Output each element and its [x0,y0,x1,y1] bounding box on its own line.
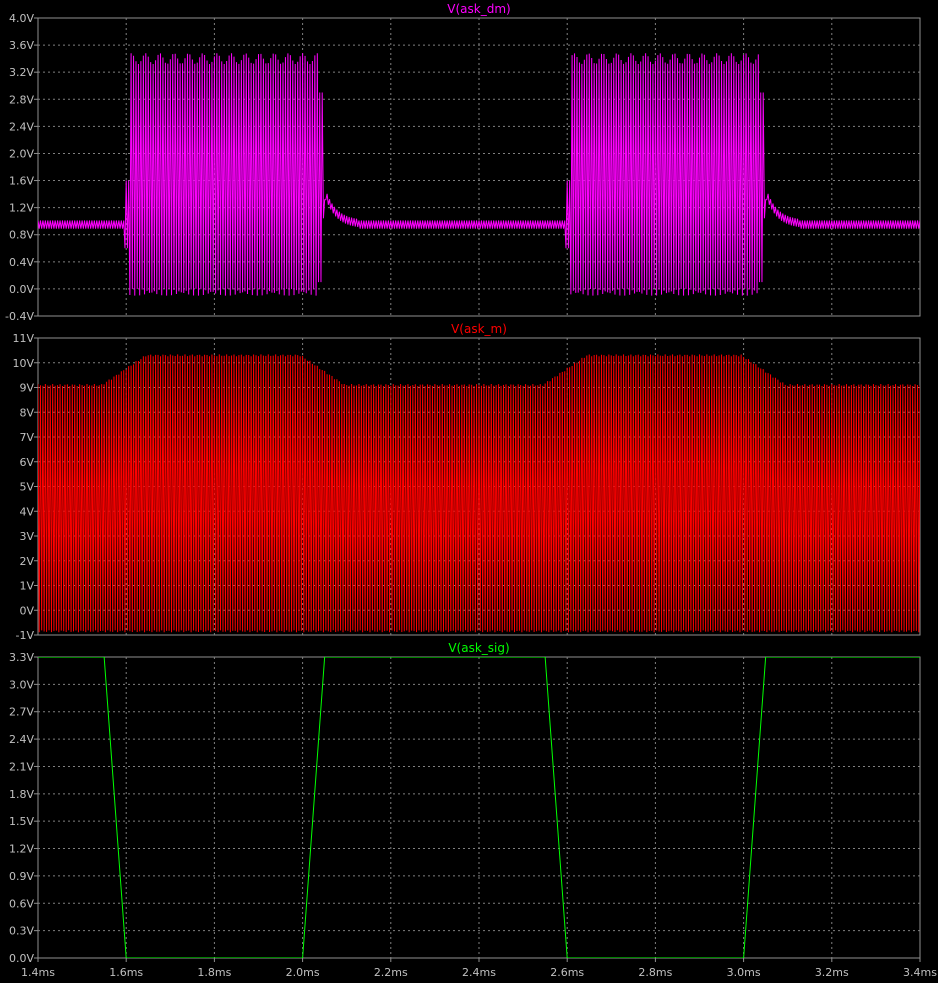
y-tick-label: 10V [12,357,34,370]
y-tick-label: -0.4V [5,310,34,323]
pane-title: V(ask_dm) [447,2,510,16]
y-tick-label: 2.0V [9,147,34,160]
y-tick-label: 5V [19,481,34,494]
y-tick-label: 2.7V [9,706,34,719]
x-tick-label: 1.8ms [197,966,231,979]
y-tick-label: -1V [16,629,35,642]
y-tick-label: 1.8V [9,788,34,801]
y-tick-label: 3.3V [9,651,34,664]
y-tick-label: 0V [19,604,34,617]
x-tick-label: 1.4ms [21,966,55,979]
y-tick-label: 2.4V [9,120,34,133]
y-tick-label: 0.9V [9,870,34,883]
y-tick-label: 2V [19,555,34,568]
x-tick-label: 2.4ms [462,966,496,979]
y-tick-label: 2.4V [9,733,34,746]
pane-title: V(ask_m) [451,322,507,336]
y-tick-label: 0.8V [9,229,34,242]
y-tick-label: 3.0V [9,678,34,691]
y-tick-label: 8V [19,406,34,419]
y-tick-label: 3.2V [9,66,34,79]
y-tick-label: 3.6V [9,39,34,52]
y-tick-label: 1.2V [9,843,34,856]
x-tick-label: 3.0ms [727,966,761,979]
x-tick-label: 1.6ms [109,966,143,979]
y-tick-label: 1V [19,580,34,593]
y-tick-label: 4.0V [9,12,34,25]
y-tick-label: 9V [19,382,34,395]
y-tick-label: 3V [19,530,34,543]
y-tick-label: 1.2V [9,202,34,215]
x-tick-label: 2.2ms [374,966,408,979]
waveform-viewer: -0.4V 0.0V 0.4V 0.8V 1.2V 1.6V 2.0V 2.4V 2.8V 3.2… [0,0,938,983]
y-tick-label: 2.8V [9,93,34,106]
x-tick-label: 3.4ms [903,966,937,979]
x-tick-label: 2.0ms [286,966,320,979]
y-tick-label: 1.5V [9,815,34,828]
y-tick-label: 0.6V [9,897,34,910]
y-tick-label: 2.1V [9,760,34,773]
pane-title: V(ask_sig) [448,641,509,655]
x-tick-label: 2.6ms [550,966,584,979]
y-tick-label: 0.3V [9,925,34,938]
y-tick-label: 7V [19,431,34,444]
y-tick-label: 11V [12,332,34,345]
x-tick-label: 2.8ms [638,966,672,979]
y-tick-label: 6V [19,456,34,469]
y-tick-label: 0.0V [9,952,34,965]
y-tick-label: 1.6V [9,175,34,188]
y-tick-label: 0.0V [9,283,34,296]
y-tick-label: 4V [19,505,34,518]
y-tick-label: 0.4V [9,256,34,269]
x-tick-label: 3.2ms [815,966,849,979]
